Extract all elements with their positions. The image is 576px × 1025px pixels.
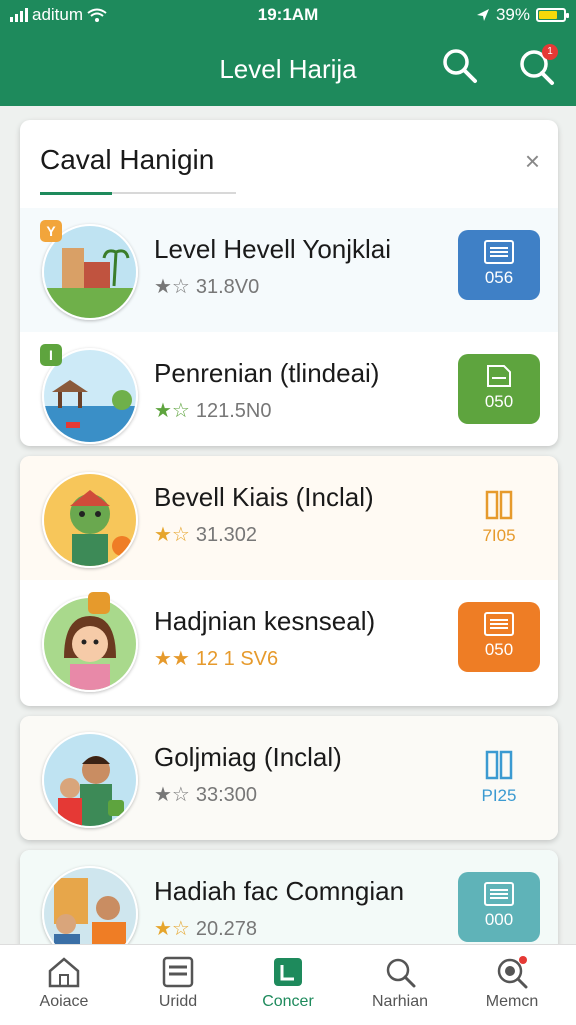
list-item[interactable]: Hadiah fac Comngian ★☆ 20.278 000: [20, 850, 558, 944]
tab-document[interactable]: Concer: [238, 955, 338, 1011]
tab-list[interactable]: Uridd: [128, 955, 228, 1011]
rating-stars-icon: ★☆: [154, 524, 190, 546]
avatar-image: [44, 734, 136, 826]
rating-value: 31.8V0: [195, 276, 260, 298]
rating-stars-icon: ★☆: [154, 918, 190, 940]
tab-label: Memcn: [485, 993, 539, 1010]
rating-value: 20.278: [195, 918, 258, 940]
avatar: [42, 732, 138, 828]
avatar-image: [44, 868, 136, 944]
book-icon: [485, 750, 513, 780]
rating-stars-icon: ★★: [154, 648, 190, 670]
tab-home[interactable]: Aoiace: [14, 955, 114, 1011]
battery-icon: [536, 8, 569, 22]
rating-stars-icon: ★☆: [154, 400, 190, 422]
alert-search-icon: [497, 956, 528, 989]
list-icon: [484, 882, 514, 906]
tab-label: Uridd: [158, 993, 198, 1010]
list-icon: [484, 240, 514, 264]
avatar: [42, 472, 138, 568]
document-icon: [274, 958, 302, 986]
tab-search[interactable]: Narhian: [350, 955, 450, 1011]
item-rating: ★☆ 20.278: [154, 916, 257, 941]
app-title: Level Harija: [219, 54, 357, 84]
avatar: [42, 866, 138, 944]
list-card: Bevell Kiais (Inclal) ★☆ 31.302 7I05 Had…: [20, 456, 558, 706]
search-icon: [443, 49, 477, 83]
list-item[interactable]: I Penrenian (tlindeai) ★☆ 121.5N0 050: [20, 332, 558, 446]
item-rating: ★☆ 33:300: [154, 782, 257, 807]
tab-label: Aoiace: [39, 993, 89, 1010]
list-item[interactable]: Goljmiag (Inclal) ★☆ 33:300 PI25: [20, 716, 558, 840]
rating-value: 121.5N0: [195, 400, 272, 422]
category-badge: I: [40, 344, 62, 366]
tab-label: Concer: [262, 993, 314, 1010]
rating-value: 12 1 SV6: [195, 648, 279, 670]
list-card: Caval Hanigin × Y Level Hevell Yonjklai …: [20, 120, 558, 446]
action-label: 000: [484, 910, 514, 929]
bottom-tab-bar: Aoiace Uridd Concer Narhian Memcn: [0, 944, 576, 1025]
item-rating: ★☆ 121.5N0: [154, 398, 271, 423]
rating-value: 31.302: [195, 524, 258, 546]
category-badge: Y: [40, 220, 62, 242]
battery-percent: 39%: [495, 5, 530, 24]
list-item[interactable]: Hadjnian kesnseal) ★★ 12 1 SV6 050: [20, 580, 558, 704]
action-label: 7I05: [482, 526, 516, 545]
item-title: Hadjnian kesnseal): [154, 606, 376, 636]
notification-badge: 1: [542, 44, 558, 60]
avatar-image: [44, 474, 136, 566]
item-title: Goljmiag (Inclal): [154, 742, 342, 772]
status-bar: aditum 19:1AM 39%: [0, 0, 576, 30]
rating-stars-icon: ★☆: [154, 784, 190, 806]
list-card: Hadiah fac Comngian ★☆ 20.278 000: [20, 850, 558, 944]
book-icon: [485, 490, 513, 520]
tab-label: Narhian: [371, 993, 429, 1010]
list-icon: [484, 612, 514, 636]
item-title: Penrenian (tlindeai): [154, 358, 380, 388]
action-label: PI25: [481, 786, 517, 805]
list-item[interactable]: Y Level Hevell Yonjklai ★☆ 31.8V0 056: [20, 208, 558, 332]
action-label: 050: [484, 392, 514, 411]
close-icon[interactable]: ×: [525, 146, 540, 177]
item-rating: ★☆ 31.8V0: [154, 274, 259, 299]
status-right: 39%: [476, 5, 569, 25]
list-icon: [162, 956, 194, 988]
list-item[interactable]: Bevell Kiais (Inclal) ★☆ 31.302 7I05: [20, 456, 558, 580]
action-button[interactable]: 000: [458, 872, 540, 942]
action-button[interactable]: 050: [458, 354, 540, 424]
tab-alerts[interactable]: Memcn: [462, 955, 562, 1011]
item-rating: ★☆ 31.302: [154, 522, 257, 547]
home-icon: [48, 957, 80, 988]
item-title: Bevell Kiais (Inclal): [154, 482, 374, 512]
list-card: Goljmiag (Inclal) ★☆ 33:300 PI25: [20, 716, 558, 840]
location-icon: [476, 9, 489, 21]
content-area: Caval Hanigin × Y Level Hevell Yonjklai …: [0, 106, 576, 944]
dialog-title: Caval Hanigin: [40, 144, 215, 175]
action-button[interactable]: 050: [458, 602, 540, 672]
action-button[interactable]: PI25: [458, 738, 540, 808]
item-rating: ★★ 12 1 SV6: [154, 646, 278, 671]
notifications-button[interactable]: 1: [516, 44, 558, 86]
action-button[interactable]: 7I05: [458, 478, 540, 548]
item-title: Level Hevell Yonjklai: [154, 234, 392, 264]
rating-stars-icon: ★☆: [154, 276, 190, 298]
search-icon: [386, 958, 416, 988]
search-button[interactable]: [440, 46, 480, 86]
action-button[interactable]: 056: [458, 230, 540, 300]
rating-value: 33:300: [195, 784, 258, 806]
action-label: 056: [484, 268, 514, 287]
header-underline: [40, 192, 236, 195]
document-icon: [487, 365, 511, 387]
category-badge: [88, 592, 110, 614]
action-label: 050: [484, 640, 514, 659]
dialog-header: Caval Hanigin ×: [20, 120, 558, 208]
item-title: Hadiah fac Comngian: [154, 876, 405, 906]
app-bar: Level Harija 1: [0, 30, 576, 106]
